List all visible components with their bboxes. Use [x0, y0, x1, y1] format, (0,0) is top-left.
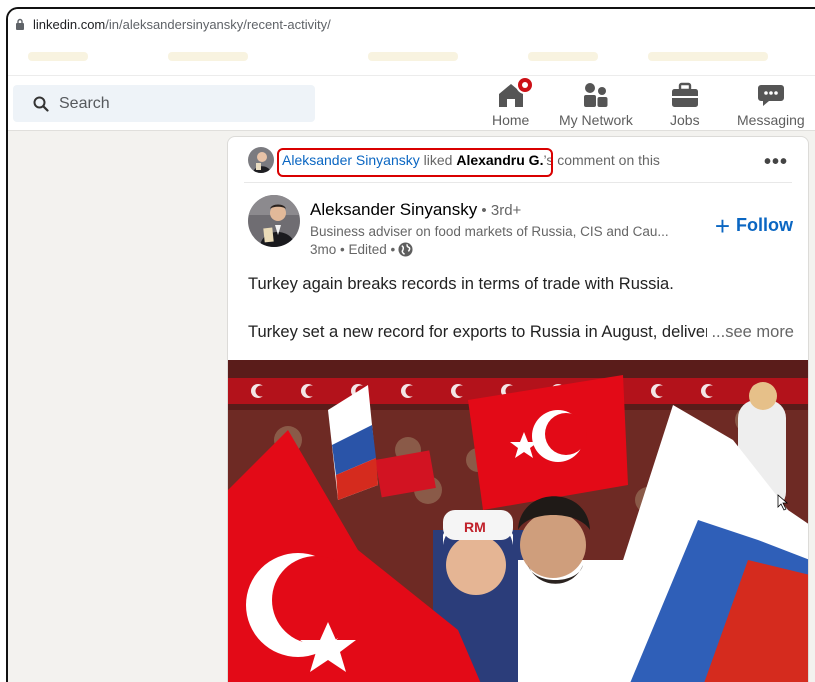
url-path: /in/aleksandersinyansky/recent-activity/ — [105, 16, 331, 32]
activity-header: Aleksander Sinyansky liked Alexandru G.’… — [228, 137, 808, 183]
actor-name-link[interactable]: Aleksander Sinyansky — [282, 152, 420, 168]
bookmark-blurred[interactable] — [28, 52, 88, 61]
nav-jobs[interactable]: Jobs — [670, 78, 700, 128]
browser-window: linkedin.com/in/aleksandersinyansky/rece… — [6, 7, 815, 682]
cap-text: RM — [464, 519, 486, 535]
nav-home[interactable]: Home — [492, 76, 534, 128]
author-name[interactable]: Aleksander Sinyansky • 3rd+ — [310, 200, 521, 220]
connection-degree: • 3rd+ — [477, 202, 522, 219]
post-meta: 3mo • Edited • — [310, 242, 413, 257]
bookmarks-bar — [8, 39, 815, 76]
nav-home-label: Home — [492, 112, 530, 128]
more-options-icon[interactable]: ••• — [764, 151, 788, 174]
actor-avatar[interactable] — [248, 147, 274, 173]
people-icon — [583, 83, 608, 107]
nav-my-network[interactable]: My Network — [559, 78, 633, 128]
notification-badge — [515, 76, 534, 94]
activity-suffix: ’s comment on this — [543, 152, 660, 168]
activity-verb: liked — [419, 152, 457, 168]
search-placeholder: Search — [59, 94, 110, 112]
address-bar[interactable]: linkedin.com/in/aleksandersinyansky/rece… — [8, 9, 815, 39]
target-name-link[interactable]: Alexandru G. — [456, 152, 543, 168]
header-divider — [244, 182, 792, 183]
follow-button[interactable]: + Follow — [714, 210, 793, 241]
post-image[interactable]: RM — [228, 360, 808, 682]
author-headline: Business adviser on food markets of Russ… — [310, 224, 669, 239]
activity-text: Aleksander Sinyansky liked Alexandru G.’… — [282, 152, 660, 168]
globe-icon — [398, 242, 413, 257]
author-avatar[interactable] — [248, 195, 300, 247]
fans-with-flags-photo: RM — [228, 360, 808, 682]
bookmark-blurred[interactable] — [368, 52, 458, 61]
search-icon — [33, 96, 49, 112]
post-meta-text: 3mo • Edited • — [310, 242, 396, 257]
briefcase-icon — [671, 82, 698, 107]
see-more-link[interactable]: ...see more — [707, 323, 794, 342]
feed-post-card: Aleksander Sinyansky liked Alexandru G.’… — [227, 136, 809, 682]
nav-my-network-label: My Network — [559, 112, 633, 128]
nav-messaging[interactable]: Messaging — [737, 78, 805, 128]
chat-icon — [757, 85, 784, 106]
nav-jobs-label: Jobs — [670, 112, 700, 128]
post-text-line-1: Turkey again breaks records in terms of … — [248, 275, 674, 293]
lock-icon — [16, 18, 24, 30]
url-host: linkedin.com — [33, 16, 106, 32]
nav-messaging-label: Messaging — [737, 112, 805, 128]
post-author: Aleksander Sinyansky • 3rd+ Business adv… — [248, 195, 793, 265]
bookmark-blurred[interactable] — [648, 52, 768, 61]
linkedin-navbar: Search Home My Network Jobs Messaging — [8, 76, 815, 131]
search-box[interactable]: Search — [13, 85, 315, 122]
author-name-text[interactable]: Aleksander Sinyansky — [310, 200, 477, 219]
bookmark-blurred[interactable] — [168, 52, 248, 61]
follow-label: Follow — [736, 215, 793, 235]
left-rail — [8, 132, 226, 682]
bookmark-blurred[interactable] — [528, 52, 598, 61]
plus-icon: + — [714, 210, 730, 241]
